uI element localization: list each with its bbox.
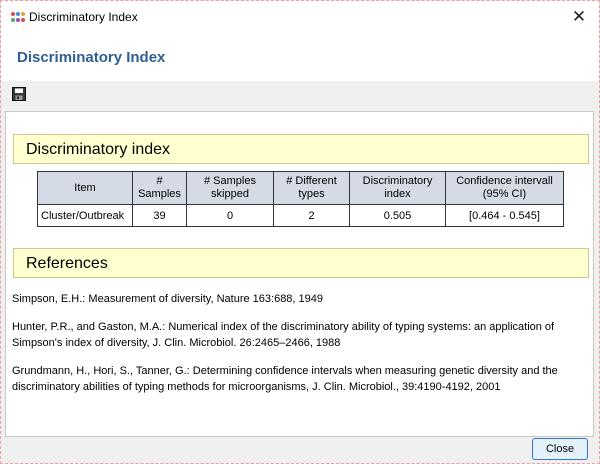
reference-item: Simpson, E.H.: Measurement of diversity,…	[12, 293, 324, 305]
close-icon[interactable]: ✕	[567, 5, 591, 29]
table-header-row: Item # Samples # Samples skipped # Diffe…	[37, 171, 564, 205]
column-header-different-types: # Different types	[273, 171, 350, 205]
reference-item: Hunter, P.R., and Gaston, M.A.: Numerica…	[12, 321, 555, 349]
save-icon[interactable]	[12, 87, 26, 101]
discriminatory-index-table: Item # Samples # Samples skipped # Diffe…	[37, 171, 564, 227]
section-header-discriminatory-index: Discriminatory index	[13, 134, 589, 164]
table-row: Cluster/Outbreak 39 0 2 0.505 [0.464 - 0…	[37, 204, 564, 227]
cell-samples: 39	[132, 204, 187, 227]
page-title: Discriminatory Index	[17, 49, 166, 66]
close-button[interactable]: Close	[532, 438, 588, 460]
toolbar	[1, 81, 599, 111]
section-header-references: References	[13, 248, 589, 278]
window-title: Discriminatory Index	[29, 10, 138, 24]
cell-different-types: 2	[273, 204, 350, 227]
column-header-confidence-interval: Confidence intervall (95% CI)	[445, 171, 564, 205]
dialog-window: Discriminatory Index ✕ Discriminatory In…	[0, 0, 600, 464]
cell-samples-skipped: 0	[186, 204, 274, 227]
cell-discriminatory-index: 0.505	[349, 204, 446, 227]
column-header-item: Item	[37, 171, 133, 205]
column-header-samples: # Samples	[132, 171, 187, 205]
section-title: Discriminatory index	[26, 141, 171, 158]
section-title: References	[26, 255, 108, 272]
column-header-discriminatory-index: Discriminatory index	[349, 171, 446, 205]
cell-item: Cluster/Outbreak	[37, 204, 133, 227]
cell-confidence-interval: [0.464 - 0.545]	[445, 204, 564, 227]
title-bar: Discriminatory Index ✕	[1, 1, 599, 33]
app-icon	[11, 12, 25, 22]
report-panel: Discriminatory index Item # Samples # Sa…	[5, 111, 594, 437]
header-band: Discriminatory Index	[1, 33, 599, 81]
column-header-samples-skipped: # Samples skipped	[186, 171, 274, 205]
reference-item: Grundmann, H., Hori, S., Tanner, G.: Det…	[12, 365, 558, 393]
